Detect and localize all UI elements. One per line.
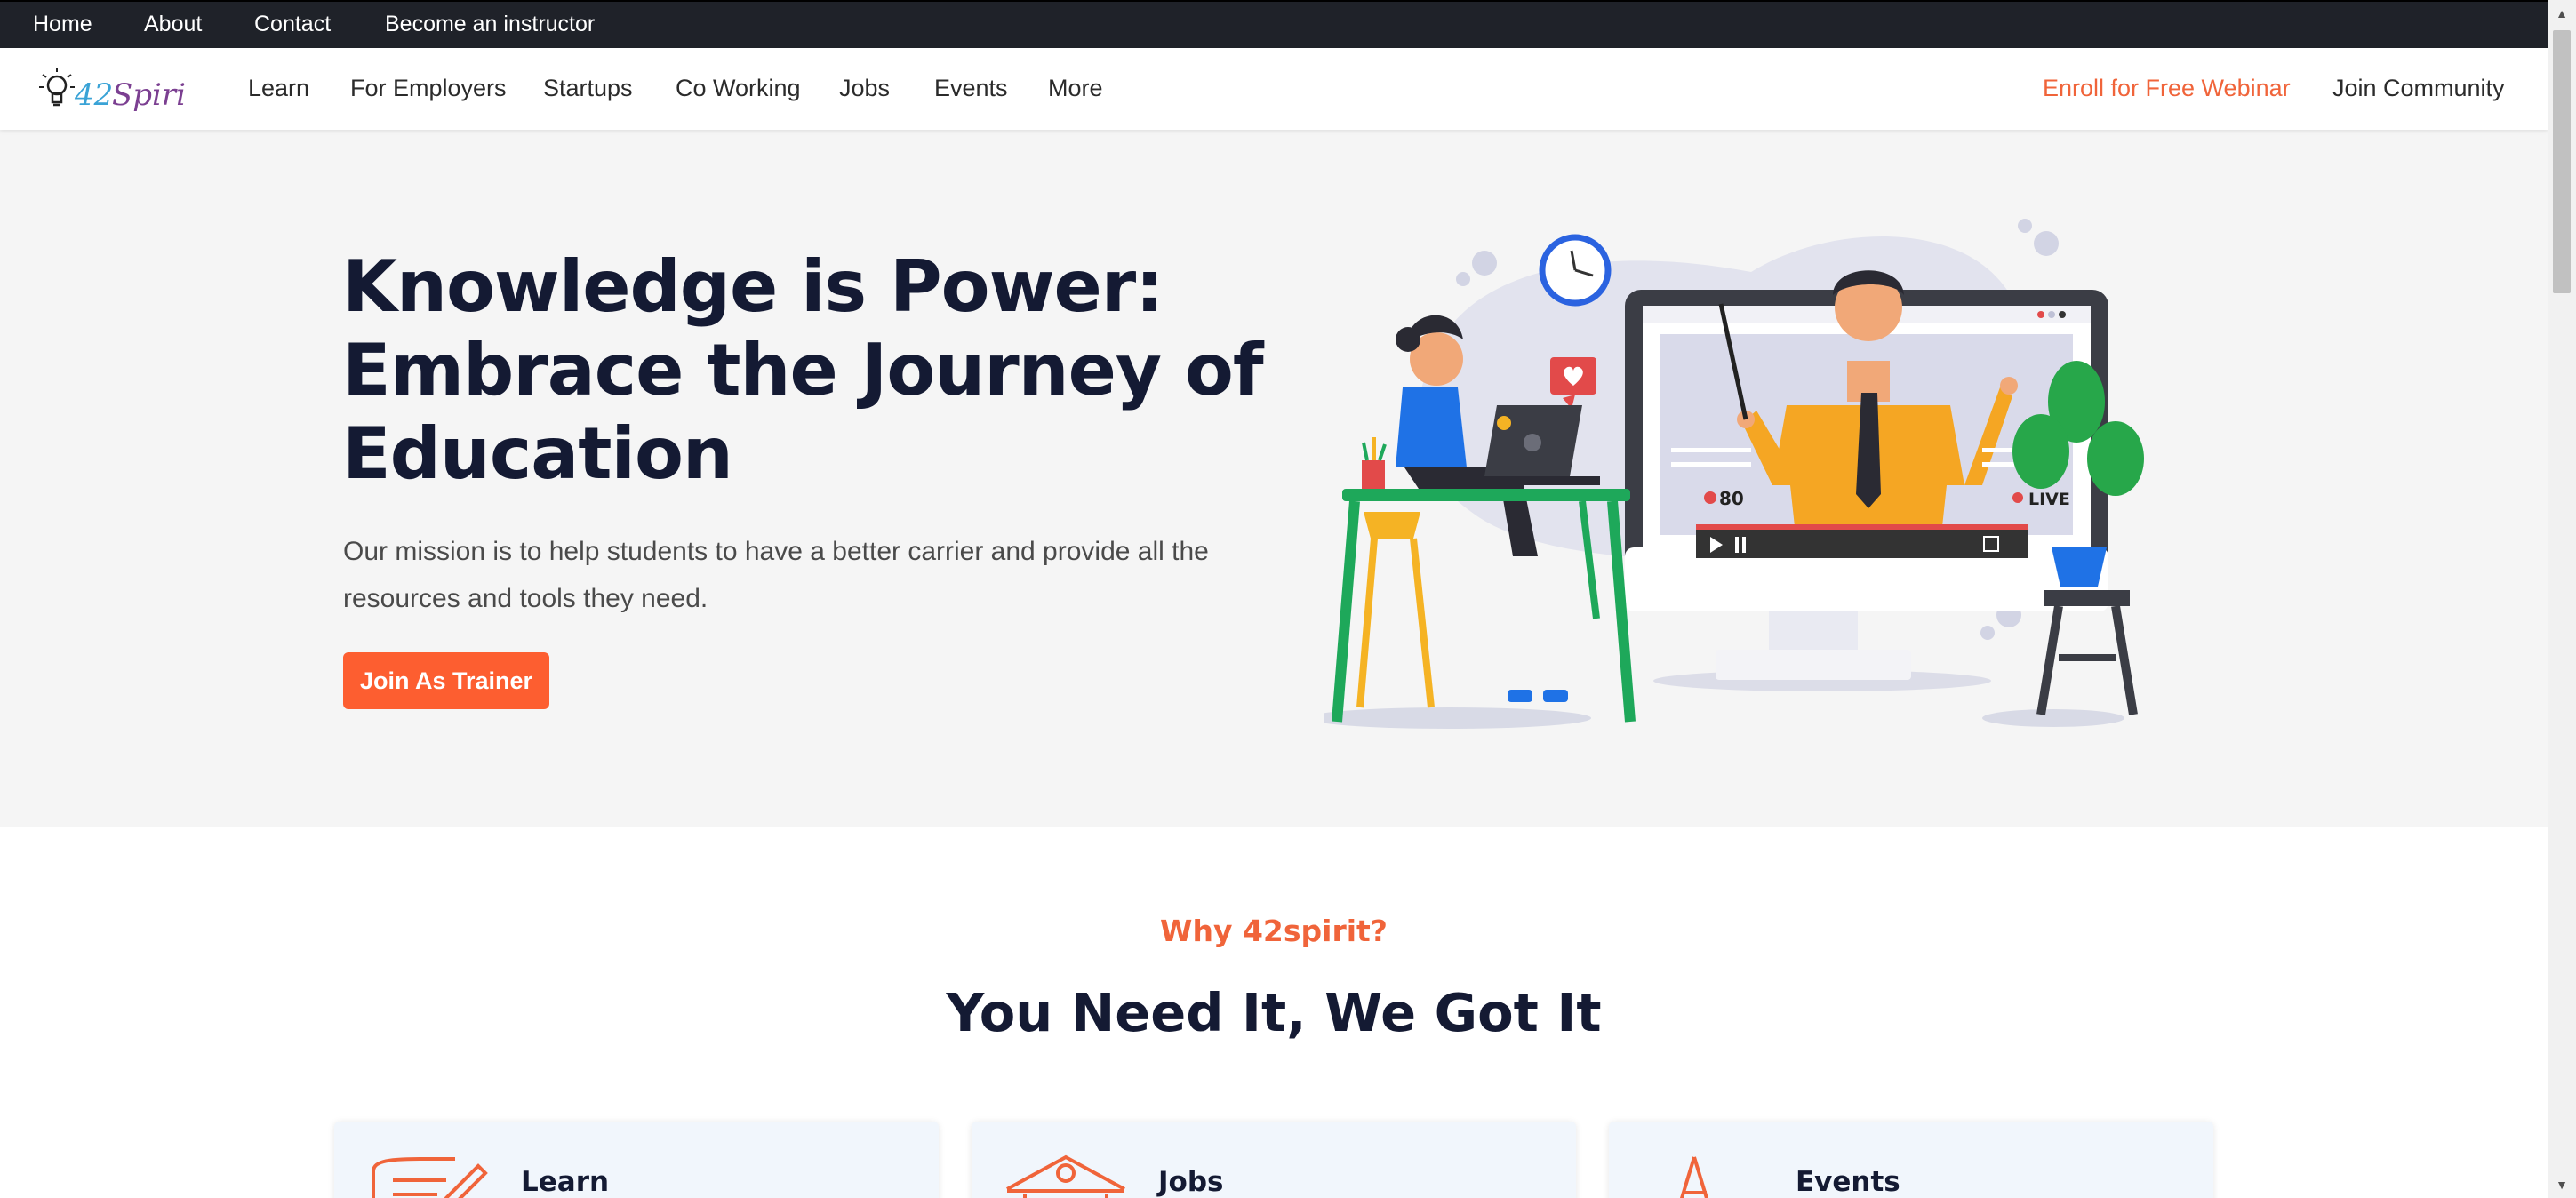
logo-wordmark-text: Spirit xyxy=(112,77,187,113)
hero-title: Knowledge is Power: Embrace the Journey … xyxy=(342,245,1264,495)
hero-section: Knowledge is Power: Embrace the Journey … xyxy=(0,130,2548,827)
top-link-home[interactable]: Home xyxy=(33,12,92,37)
why-title: You Need It, We Got It xyxy=(946,982,1602,1043)
nav-co-working[interactable]: Co Working xyxy=(676,75,801,102)
nav-for-employers[interactable]: For Employers xyxy=(350,75,507,102)
scrollbar-thumb[interactable] xyxy=(2553,30,2571,293)
lightbulb-icon xyxy=(39,68,75,107)
feature-card-jobs[interactable]: Jobs xyxy=(972,1122,1576,1198)
svg-text:80: 80 xyxy=(1719,488,1744,509)
clock-icon xyxy=(1539,234,1612,307)
feature-card-title: Events xyxy=(1796,1166,1900,1198)
main-nav: 42 Spirit Learn For Employers Startups C… xyxy=(0,48,2548,130)
feature-card-title: Learn xyxy=(521,1166,610,1198)
feature-card-events[interactable]: Events xyxy=(1609,1122,2213,1198)
events-icon xyxy=(1679,1156,1709,1198)
feature-card-title: Jobs xyxy=(1158,1166,1224,1198)
join-as-trainer-button[interactable]: Join As Trainer xyxy=(343,652,549,709)
learn-icon xyxy=(372,1157,488,1198)
top-bar: Home About Contact Become an instructor xyxy=(0,0,2548,48)
svg-text:LIVE: LIVE xyxy=(2028,490,2070,509)
logo[interactable]: 42 Spirit xyxy=(36,64,187,117)
page: Home About Contact Become an instructor … xyxy=(0,0,2548,1198)
feature-card-learn[interactable]: Learn xyxy=(334,1122,939,1198)
top-link-become-instructor[interactable]: Become an instructor xyxy=(385,12,595,37)
why-tag: Why 42spirit? xyxy=(1160,914,1388,948)
enroll-webinar-link[interactable]: Enroll for Free Webinar xyxy=(2043,75,2291,102)
nav-more[interactable]: More xyxy=(1048,75,1103,102)
nav-jobs[interactable]: Jobs xyxy=(839,75,890,102)
top-link-contact[interactable]: Contact xyxy=(254,12,331,37)
scroll-up-arrow-icon[interactable]: ▲ xyxy=(2548,0,2576,27)
nav-startups[interactable]: Startups xyxy=(543,75,633,102)
top-link-about[interactable]: About xyxy=(144,12,202,37)
join-community-link[interactable]: Join Community xyxy=(2332,75,2505,102)
page-scrollbar[interactable]: ▲ ▼ xyxy=(2548,0,2576,1198)
nav-events[interactable]: Events xyxy=(934,75,1008,102)
pause-icon xyxy=(1735,537,1739,553)
nav-learn[interactable]: Learn xyxy=(248,75,309,102)
jobs-icon xyxy=(1006,1154,1125,1198)
scroll-down-arrow-icon[interactable]: ▼ xyxy=(2548,1171,2576,1198)
hero-illustration: 80 LIVE xyxy=(1324,219,2144,729)
hero-subtitle: Our mission is to help students to have … xyxy=(343,537,1209,613)
logo-wordmark-digits: 42 xyxy=(74,77,113,113)
pencil-cup xyxy=(1362,437,1387,489)
